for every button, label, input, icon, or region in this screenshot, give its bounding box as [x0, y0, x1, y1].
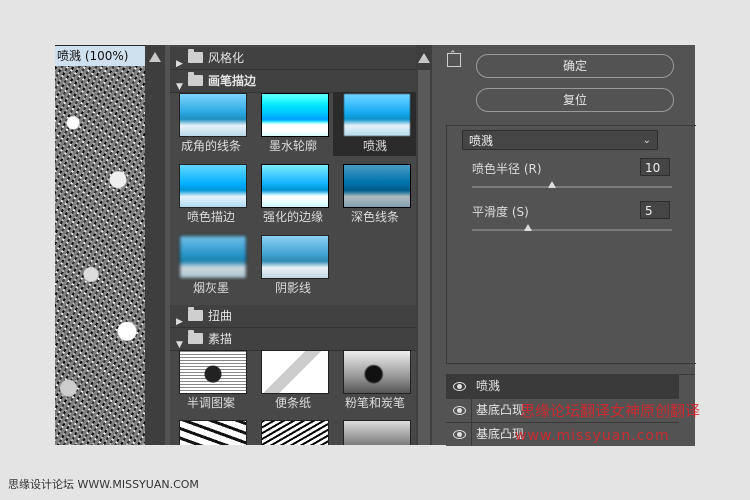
- folder-open-icon: [188, 330, 203, 344]
- preview-image: [55, 66, 145, 445]
- reset-button[interactable]: 复位: [476, 88, 674, 112]
- smoothness-label: 平滑度 (S): [472, 205, 529, 219]
- filter-label: 深色线条: [350, 210, 399, 224]
- filter-thumb-angled-strokes[interactable]: [179, 93, 247, 137]
- filter-select[interactable]: 喷溅 ⌄: [462, 130, 658, 150]
- smoothness-slider-knob[interactable]: [524, 224, 532, 231]
- watermark-url: www.missyuan.com: [515, 428, 670, 444]
- scroll-up-icon[interactable]: [149, 52, 161, 62]
- chevron-down-icon: ⌄: [642, 135, 651, 146]
- filter-select-value: 喷溅: [469, 134, 494, 148]
- eye-icon[interactable]: [453, 382, 466, 391]
- filter-label: 阴影线: [274, 281, 311, 295]
- spray-radius-field[interactable]: 10: [640, 158, 670, 176]
- filter-label: 喷色描边: [186, 210, 235, 224]
- spray-radius-slider-knob[interactable]: [548, 181, 556, 188]
- visibility-toggle[interactable]: [446, 399, 472, 422]
- filter-thumb-sprayed-strokes[interactable]: [179, 164, 247, 208]
- filter-label: 成角的线条: [180, 139, 241, 153]
- category-distort[interactable]: ▶ 扭曲: [170, 305, 416, 328]
- category-stylize[interactable]: ▶ 风格化: [170, 47, 416, 70]
- filter-label: 粉笔和炭笔: [344, 396, 405, 410]
- spray-radius-slider[interactable]: [472, 186, 672, 188]
- preview-scrollbar[interactable]: [145, 45, 165, 445]
- ok-button[interactable]: 确定: [476, 54, 674, 78]
- filter-thumb[interactable]: [343, 420, 411, 445]
- category-label: 风格化: [208, 51, 245, 65]
- filter-label: 半调图案: [186, 396, 235, 410]
- filter-thumb-accented-edges[interactable]: [261, 164, 329, 208]
- effect-layer-name: 喷溅: [476, 379, 501, 393]
- effect-layer-row[interactable]: 喷溅: [446, 375, 679, 399]
- filter-gallery: ▶ 风格化 ▼ 画笔描边 成角的线条 墨水轮廓 喷溅 喷色描边 强化的边缘 深色…: [170, 45, 416, 445]
- filter-thumb[interactable]: [179, 420, 247, 445]
- filter-thumb-note-paper[interactable]: [261, 350, 329, 394]
- collapse-icon: ⌃: [449, 50, 457, 60]
- site-footer: 思缘设计论坛 WWW.MISSYUAN.COM: [8, 478, 199, 491]
- eye-icon[interactable]: [453, 430, 466, 439]
- spray-radius-label: 喷色半径 (R): [472, 162, 542, 176]
- category-label: 扭曲: [208, 309, 233, 323]
- filter-thumb[interactable]: [261, 420, 329, 445]
- filter-thumb-sumi-e[interactable]: [179, 235, 247, 279]
- smoothness-slider[interactable]: [472, 229, 672, 231]
- collapse-gallery-button[interactable]: ⌃: [447, 50, 461, 67]
- effect-layer-name: 基底凸现: [476, 403, 525, 417]
- category-label: 画笔描边: [208, 74, 257, 88]
- filter-label: 便条纸: [274, 396, 311, 410]
- watermark-text: 思缘论坛翻译女神原创翻译: [520, 402, 701, 420]
- eye-icon[interactable]: [453, 406, 466, 415]
- visibility-toggle[interactable]: [446, 423, 472, 446]
- filter-thumb-halftone-pattern[interactable]: [179, 350, 247, 394]
- gallery-scroll-thumb[interactable]: [418, 70, 430, 445]
- folder-icon: [188, 307, 203, 321]
- category-label: 素描: [208, 332, 233, 346]
- folder-icon: [188, 49, 203, 63]
- filter-label: 喷溅: [362, 139, 387, 153]
- filter-thumb-crosshatch[interactable]: [261, 235, 329, 279]
- folder-open-icon: [188, 72, 203, 86]
- preview-title: 喷溅 (100%): [55, 46, 145, 66]
- filter-label: 强化的边缘: [262, 210, 323, 224]
- category-sketch[interactable]: ▼ 素描: [170, 328, 416, 351]
- filter-label: 墨水轮廓: [268, 139, 317, 153]
- filter-thumb-spatter[interactable]: [343, 93, 411, 137]
- smoothness-field[interactable]: 5: [640, 201, 670, 219]
- filter-label: 烟灰墨: [192, 281, 229, 295]
- filter-thumb-dark-strokes[interactable]: [343, 164, 411, 208]
- filter-thumb-ink-outlines[interactable]: [261, 93, 329, 137]
- scroll-up-icon[interactable]: [418, 53, 430, 63]
- visibility-toggle[interactable]: [446, 375, 472, 398]
- category-brush-strokes[interactable]: ▼ 画笔描边: [170, 70, 416, 93]
- filter-thumb-chalk-charcoal[interactable]: [343, 350, 411, 394]
